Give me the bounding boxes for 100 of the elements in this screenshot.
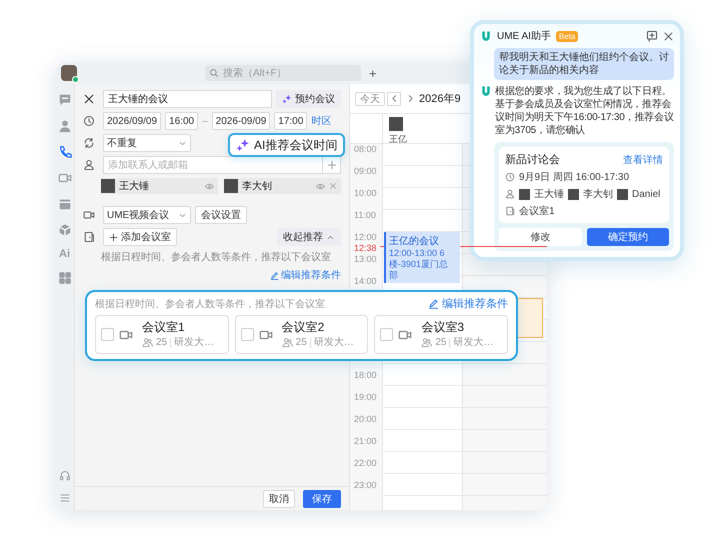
chat-icon xyxy=(58,93,72,107)
attendee-name: Daniel xyxy=(632,188,660,200)
hour-label: 13:00 xyxy=(354,254,377,264)
logo-icon xyxy=(480,85,492,97)
video-camera-icon xyxy=(83,209,95,221)
avatar-photo xyxy=(389,117,403,131)
modify-button[interactable]: 修改 xyxy=(499,228,582,246)
apps-grid-icon xyxy=(58,271,72,285)
avatar-photo xyxy=(224,179,238,193)
ai-suggest-time-button[interactable]: AI推荐会议时间 xyxy=(228,133,346,157)
start-date-field[interactable]: 2026/09/09 xyxy=(103,112,162,130)
book-meeting-button[interactable]: 预约会议 xyxy=(276,90,341,108)
cube-icon xyxy=(58,223,72,237)
room-hint: 根据日程时间、参会者人数等条件，推荐以下会议室 xyxy=(100,250,332,264)
attendee-name: 王大锤 xyxy=(534,188,564,201)
start-time-field[interactable]: 16:00 xyxy=(165,112,198,130)
hour-label: 20:00 xyxy=(354,414,377,424)
details-link[interactable]: 查看详情 xyxy=(623,152,663,166)
hour-label: 19:00 xyxy=(354,392,377,402)
eye-icon[interactable] xyxy=(316,182,325,190)
eye-icon[interactable] xyxy=(205,182,214,190)
edit-conditions-link[interactable]: 编辑推荐条件 xyxy=(428,296,508,311)
person-icon xyxy=(505,189,515,199)
person-name: 王亿 xyxy=(389,133,407,146)
room-building: 研发大… xyxy=(314,336,354,349)
room-capacity: 25 xyxy=(296,336,307,349)
hour-label: 11:00 xyxy=(354,210,376,220)
repeat-icon xyxy=(83,137,95,149)
hour-label: 09:00 xyxy=(354,166,377,176)
pencil-icon xyxy=(270,270,279,280)
today-button[interactable]: 今天 xyxy=(355,92,385,106)
people-icon xyxy=(421,337,432,348)
add-attendee-button[interactable] xyxy=(323,156,341,174)
user-message: 帮我明天和王大锤他们组约个会议。讨论关于新品的相关内容 xyxy=(494,48,674,80)
room-card[interactable]: 会议室2 25 研发大… xyxy=(234,315,368,354)
people-icon xyxy=(282,337,293,348)
close-icon xyxy=(663,30,674,42)
room-card[interactable]: 会议室3 25 研发大… xyxy=(374,315,508,354)
chevron-left-icon xyxy=(390,94,398,103)
cancel-button[interactable]: 取消 xyxy=(263,490,295,508)
add-tab-button[interactable]: + xyxy=(367,66,379,80)
meeting-type-select[interactable]: UME视频会议 xyxy=(103,206,191,224)
repeat-select[interactable]: 不重复 xyxy=(103,134,191,152)
apps-grid-nav-item[interactable] xyxy=(56,270,72,286)
contacts-icon xyxy=(58,119,72,133)
previous-button[interactable] xyxy=(387,92,401,106)
collapse-button[interactable]: 收起推荐 xyxy=(277,228,341,246)
edit-conditions-link[interactable]: 编辑推荐条件 xyxy=(270,268,341,282)
search-field[interactable]: 搜索（Alt+F） xyxy=(205,65,361,81)
attendee-chip[interactable]: 王大锤 xyxy=(101,178,218,194)
title-field[interactable]: 王大锤的会议 xyxy=(103,90,272,108)
hour-label: 22:00 xyxy=(354,458,377,468)
close-button[interactable] xyxy=(663,30,674,42)
plus-icon xyxy=(326,160,336,170)
room-checkbox[interactable] xyxy=(240,328,254,341)
sparkle-icon xyxy=(282,94,292,104)
logo-icon xyxy=(480,30,492,42)
avatar-photo xyxy=(101,179,115,193)
meeting-room: 会议室1 xyxy=(519,204,555,218)
headset-icon[interactable] xyxy=(58,470,70,482)
video-camera-icon xyxy=(58,171,72,185)
room-capacity: 25 xyxy=(435,336,446,349)
avatar-photo xyxy=(568,188,579,200)
hour-label: 18:00 xyxy=(354,370,377,380)
assistant-reply: 基于参会成员及会议室忙闲情况，推荐会议时间为明天下午16:00-17:30，推荐会议室为3705，请您确认 xyxy=(495,98,674,137)
phone-icon xyxy=(58,145,72,159)
save-button[interactable]: 保存 xyxy=(303,490,341,508)
clock-icon xyxy=(505,172,515,182)
menu-icon[interactable] xyxy=(58,492,70,504)
room-checkbox[interactable] xyxy=(101,328,114,341)
people-icon xyxy=(142,337,153,348)
end-date-field[interactable]: 2026-09/09 xyxy=(212,112,270,130)
range-dash: – xyxy=(202,116,208,126)
new-chat-button[interactable] xyxy=(646,30,658,42)
room-name: 会议室1 xyxy=(142,320,186,335)
assistant-title: UME AI助手 xyxy=(497,30,551,43)
month-title: 2026年9 xyxy=(419,92,461,106)
room-hint: 根据日程时间、参会者人数等条件，推荐以下会议室 xyxy=(95,298,325,310)
attendee-chip[interactable]: 李大钊 xyxy=(224,178,341,194)
new-chat-icon xyxy=(646,30,658,42)
timezone-link[interactable]: 时区 xyxy=(311,114,332,128)
calendar-event[interactable]: 王亿的会议 12:00-13:00 6楼-3901厦门总部 xyxy=(384,232,460,283)
hour-label: 14:00 xyxy=(354,276,377,286)
room-checkbox[interactable] xyxy=(380,328,394,341)
meeting-settings-button[interactable]: 会议设置 xyxy=(195,206,247,224)
avatar-photo xyxy=(617,188,628,200)
room-card[interactable]: 会议室1 25 研发大… xyxy=(95,315,229,354)
hour-label: 23:00 xyxy=(354,480,377,490)
close-icon[interactable] xyxy=(83,93,95,105)
avatar-photo[interactable] xyxy=(61,65,77,81)
add-room-button[interactable]: 添加会议室 xyxy=(103,228,177,246)
room-name: 会议室3 xyxy=(421,320,466,335)
room-capacity: 25 xyxy=(156,336,168,349)
attendee-name: 李大钊 xyxy=(583,188,613,201)
end-time-field[interactable]: 17:00 xyxy=(274,112,308,130)
cube-nav-item[interactable] xyxy=(56,222,72,238)
hour-label: 21:00 xyxy=(354,436,377,446)
door-icon xyxy=(505,206,515,216)
confirm-booking-button[interactable]: 确定预约 xyxy=(586,228,669,246)
attendee-field[interactable]: 添加联系人或邮箱 xyxy=(103,156,323,174)
